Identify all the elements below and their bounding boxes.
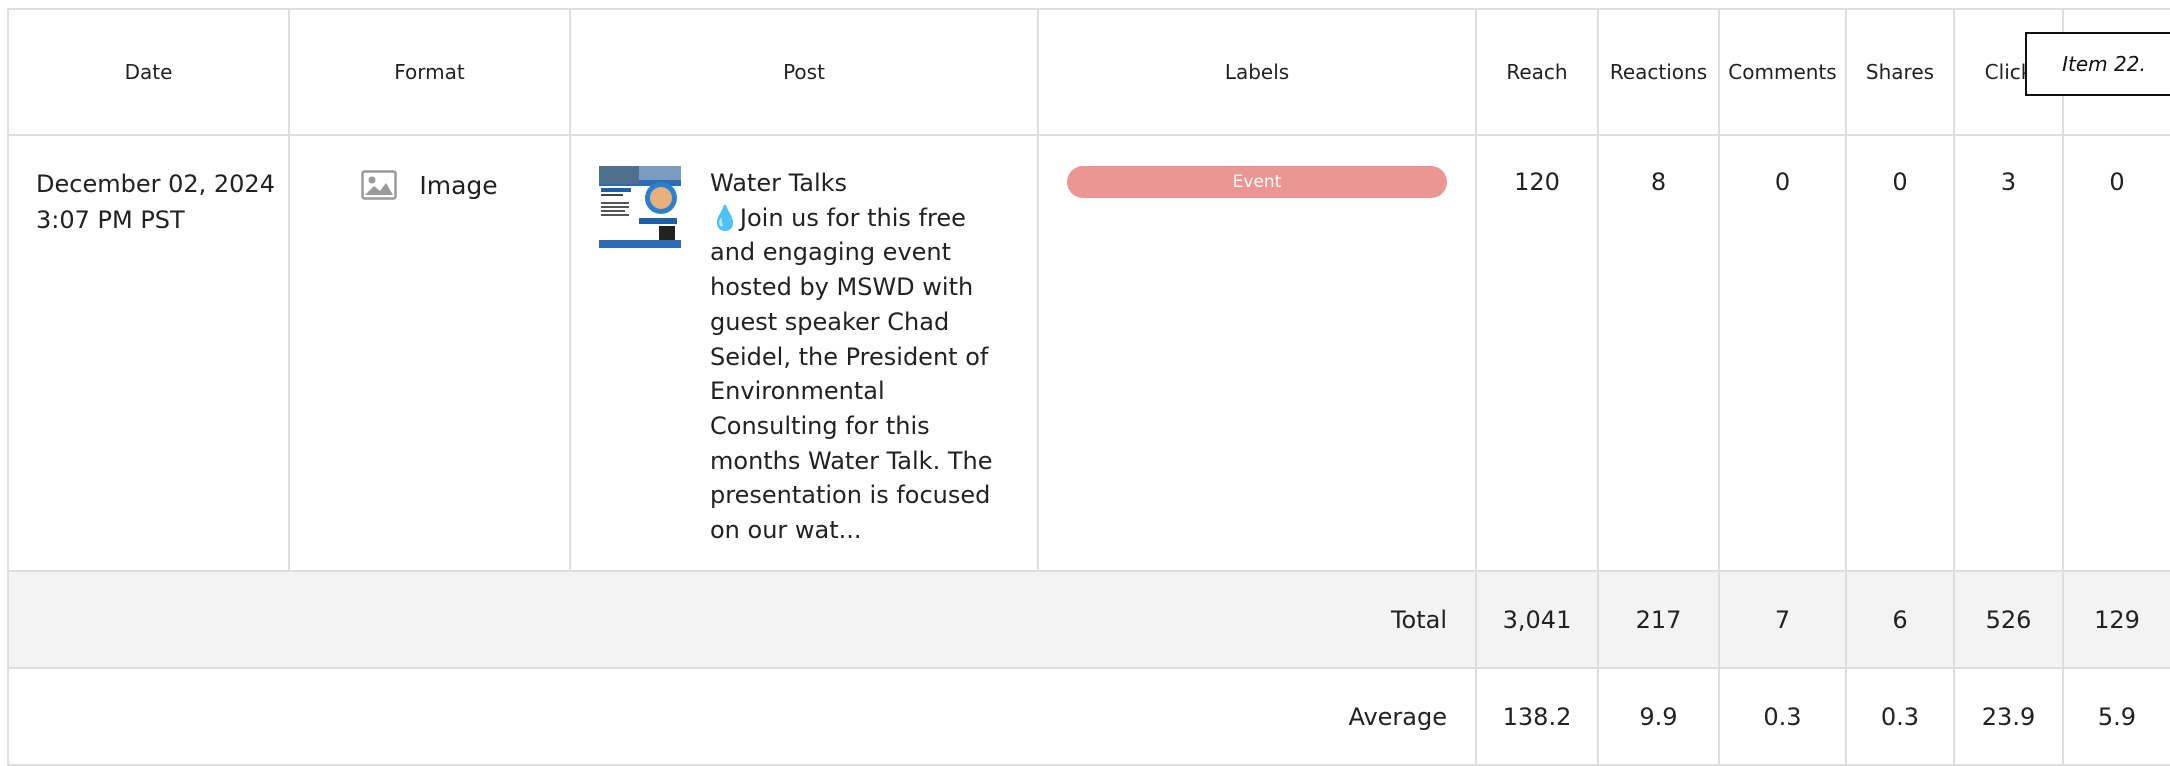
post-cell: Water Talks 💧Join us for this free and e… — [569, 134, 1039, 572]
clicks-cell: 3 — [1953, 134, 2064, 572]
post-time: 3:07 PM PST — [36, 206, 185, 234]
post-title[interactable]: Water Talks — [710, 166, 1000, 201]
header-shares[interactable]: Shares — [1845, 8, 1955, 136]
comments-cell: 0 — [1718, 134, 1847, 572]
average-row: Average 138.2 9.9 0.3 0.3 23.9 5.9 — [7, 667, 2170, 766]
date-cell: December 02, 2024 3:07 PM PST — [7, 134, 290, 572]
average-reach: 138.2 — [1475, 667, 1599, 766]
header-labels[interactable]: Labels — [1037, 8, 1477, 136]
post-body: 💧Join us for this free and engaging even… — [710, 203, 993, 545]
shares-cell: 0 — [1845, 134, 1955, 572]
total-clicks: 526 — [1953, 570, 2064, 669]
label-badge[interactable]: Event — [1067, 166, 1447, 198]
average-shares: 0.3 — [1845, 667, 1955, 766]
post-report-table: Date Format Post Labels Reach Reactions … — [7, 8, 2170, 766]
header-comments[interactable]: Comments — [1718, 8, 1847, 136]
average-label: Average — [7, 667, 1477, 766]
header-post[interactable]: Post — [569, 8, 1039, 136]
format-cell: Image — [288, 134, 571, 572]
total-reactions: 217 — [1597, 570, 1720, 669]
average-last: 5.9 — [2062, 667, 2170, 766]
header-reactions[interactable]: Reactions — [1597, 8, 1720, 136]
table-row[interactable]: December 02, 2024 3:07 PM PST Image Wate… — [7, 134, 2170, 572]
total-last: 129 — [2062, 570, 2170, 669]
header-reach[interactable]: Reach — [1475, 8, 1599, 136]
average-reactions: 9.9 — [1597, 667, 1720, 766]
average-clicks: 23.9 — [1953, 667, 2064, 766]
format-label: Image — [419, 170, 498, 200]
average-comments: 0.3 — [1718, 667, 1847, 766]
total-shares: 6 — [1845, 570, 1955, 669]
item-tooltip: Item 22. — [2025, 32, 2170, 96]
header-format[interactable]: Format — [288, 8, 571, 136]
last-cell: 0 — [2062, 134, 2170, 572]
header-date[interactable]: Date — [7, 8, 290, 136]
header-row: Date Format Post Labels Reach Reactions … — [7, 8, 2170, 136]
total-comments: 7 — [1718, 570, 1847, 669]
total-reach: 3,041 — [1475, 570, 1599, 669]
labels-cell: Event — [1037, 134, 1477, 572]
post-date: December 02, 2024 — [36, 170, 275, 198]
post-thumbnail[interactable] — [599, 166, 681, 248]
image-icon — [361, 170, 398, 200]
total-label: Total — [7, 570, 1477, 669]
total-row: Total 3,041 217 7 6 526 129 — [7, 570, 2170, 669]
reach-cell: 120 — [1475, 134, 1599, 572]
reactions-cell: 8 — [1597, 134, 1720, 572]
